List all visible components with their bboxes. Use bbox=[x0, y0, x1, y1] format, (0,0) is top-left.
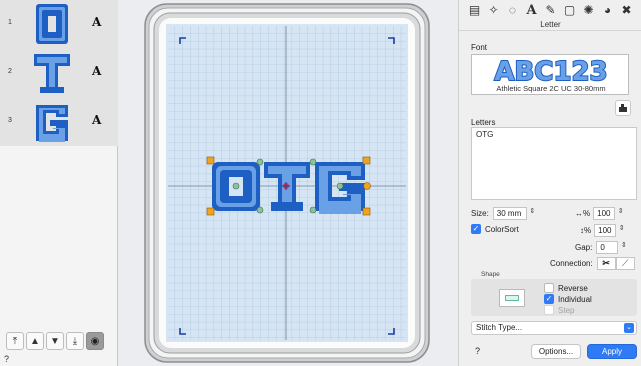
size-stepper[interactable]: ⇕ bbox=[529, 207, 536, 220]
object-list-panel: 1 A 2 A 3 A ⤒ ▲ ▼ ⤓ ◉ ? bbox=[0, 0, 118, 366]
gap-input[interactable]: 0 bbox=[596, 241, 619, 254]
tool-strip: ▤ ✧ ◌ A ✎ ▢ ✺ ◕ ✖ bbox=[459, 0, 641, 20]
letters-label: Letters bbox=[471, 118, 496, 127]
step-label: Step bbox=[558, 305, 575, 315]
item-number: 1 bbox=[8, 19, 12, 26]
divider bbox=[459, 30, 641, 31]
connection-cut-icon[interactable]: ✂ bbox=[596, 257, 616, 270]
frame-icon[interactable]: ▢ bbox=[562, 2, 578, 18]
gap-row: Gap: 0 ⇕ bbox=[575, 241, 627, 254]
item-number: 3 bbox=[8, 117, 12, 124]
font-name: Athletic Square 2C UC 30-80mm bbox=[496, 84, 606, 93]
stitch-type-label: Stitch Type... bbox=[476, 323, 523, 332]
shape-preview[interactable] bbox=[499, 289, 525, 307]
object-order-toolbar: ⤒ ▲ ▼ ⤓ ◉ bbox=[6, 332, 104, 352]
design-canvas[interactable] bbox=[118, 0, 458, 366]
size-row: Size: 30 mm ⇕ bbox=[471, 207, 536, 220]
height-input[interactable]: 100 bbox=[594, 224, 617, 237]
options-button[interactable]: Options... bbox=[531, 344, 581, 359]
height-stepper[interactable]: ⇕ bbox=[618, 224, 625, 237]
size-label: Size: bbox=[471, 209, 489, 218]
width-row: ↔% 100 ⇕ bbox=[575, 207, 624, 220]
font-selector[interactable]: ABC123 Athletic Square 2C UC 30-80mm bbox=[471, 54, 629, 95]
list-item[interactable]: 2 A bbox=[0, 49, 118, 97]
colorsort-row: ✓ ColorSort bbox=[471, 224, 519, 234]
step-option: Step bbox=[544, 305, 574, 315]
shape-label: Shape bbox=[481, 271, 500, 278]
letters-textarea[interactable]: OTG bbox=[471, 127, 637, 200]
view-toggle-icon[interactable]: ◉ bbox=[86, 332, 104, 350]
height-row: ↕% 100 ⇕ bbox=[580, 224, 625, 237]
object-type-letter: A bbox=[92, 15, 102, 29]
font-settings-icon bbox=[619, 104, 627, 112]
font-preview: ABC123 bbox=[493, 56, 608, 85]
gap-label: Gap: bbox=[575, 243, 593, 252]
size-input[interactable]: 30 mm bbox=[492, 207, 527, 220]
applique-icon[interactable]: ✎ bbox=[543, 2, 559, 18]
letter-g-thumbnail bbox=[36, 105, 68, 142]
height-percent-icon: ↕% bbox=[580, 226, 592, 235]
shape-group: Reverse ✓ Individual Step bbox=[471, 279, 637, 316]
crossstitch-icon[interactable]: ✖ bbox=[619, 2, 635, 18]
letter-tool-icon[interactable]: A bbox=[524, 2, 540, 18]
individual-option: ✓ Individual bbox=[544, 294, 592, 304]
properties-panel: ▤ ✧ ◌ A ✎ ▢ ✺ ◕ ✖ Letter Font ABC123 Ath… bbox=[458, 0, 641, 366]
list-item[interactable]: 3 A bbox=[0, 98, 118, 146]
width-input[interactable]: 100 bbox=[593, 207, 616, 220]
move-to-bottom-icon[interactable]: ⤓ bbox=[66, 332, 84, 350]
item-number: 2 bbox=[8, 68, 12, 75]
circle-icon[interactable]: ◕ bbox=[600, 2, 616, 18]
list-item[interactable]: 1 A bbox=[0, 0, 118, 48]
width-percent-icon: ↔% bbox=[575, 209, 591, 218]
chevron-down-icon: ⌄ bbox=[624, 323, 634, 333]
layers-icon[interactable]: ▤ bbox=[467, 2, 483, 18]
step-checkbox bbox=[544, 305, 554, 315]
fill-icon[interactable]: ✺ bbox=[581, 2, 597, 18]
individual-checkbox[interactable]: ✓ bbox=[544, 294, 554, 304]
stitch-type-select[interactable]: Stitch Type... ⌄ bbox=[471, 321, 637, 335]
node-edit-icon[interactable]: ✧ bbox=[486, 2, 502, 18]
reverse-option: Reverse bbox=[544, 283, 588, 293]
move-down-icon[interactable]: ▼ bbox=[46, 332, 64, 350]
font-settings-button[interactable] bbox=[615, 100, 631, 116]
letter-t-thumbnail bbox=[34, 54, 70, 93]
move-up-icon[interactable]: ▲ bbox=[26, 332, 44, 350]
font-preview-text: ABC123 bbox=[494, 57, 607, 85]
object-list: 1 A 2 A 3 A bbox=[0, 0, 118, 146]
help-button[interactable]: ? bbox=[4, 354, 15, 365]
colorsort-checkbox[interactable]: ✓ bbox=[471, 224, 481, 234]
connection-row: Connection: ✂ ⟋ bbox=[550, 257, 635, 270]
object-type-letter: A bbox=[92, 64, 102, 78]
connection-line-icon[interactable]: ⟋ bbox=[615, 257, 635, 270]
gap-stepper[interactable]: ⇕ bbox=[620, 241, 627, 254]
hoop-view bbox=[144, 3, 430, 363]
reverse-label: Reverse bbox=[558, 283, 588, 293]
help-button[interactable]: ? bbox=[475, 346, 480, 356]
connection-label: Connection: bbox=[550, 259, 593, 268]
font-label: Font bbox=[471, 43, 488, 52]
individual-label: Individual bbox=[558, 294, 592, 304]
object-type-letter: A bbox=[92, 113, 102, 127]
panel-title: Letter bbox=[540, 20, 561, 29]
apply-button[interactable]: Apply bbox=[587, 344, 637, 359]
letter-o-thumbnail bbox=[36, 4, 68, 44]
reverse-checkbox[interactable] bbox=[544, 283, 554, 293]
colorsort-label: ColorSort bbox=[485, 224, 519, 234]
move-to-top-icon[interactable]: ⤒ bbox=[6, 332, 24, 350]
width-stepper[interactable]: ⇕ bbox=[617, 207, 624, 220]
lasso-icon[interactable]: ◌ bbox=[505, 2, 521, 18]
